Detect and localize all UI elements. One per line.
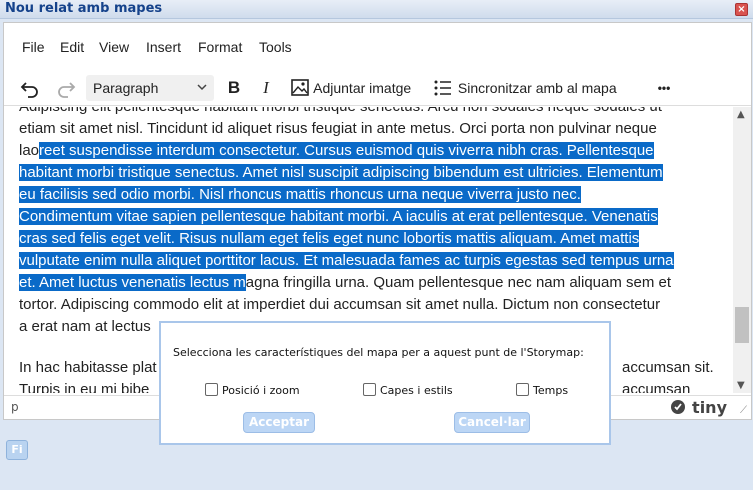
undo-icon[interactable] [20, 75, 44, 101]
insert-image-label: Adjuntar imatge [313, 80, 412, 96]
scroll-down-icon[interactable]: ▼ [737, 380, 745, 391]
block-format-value: Paragraph [93, 80, 159, 96]
selected-text: habitant morbi tristique senectus. Amet … [19, 164, 663, 181]
image-icon [291, 79, 309, 96]
text-line: cras sed felis eget velit. Risus nullam … [19, 228, 719, 250]
selected-text: eu facilisis sed odio morbi. Nisl rhoncu… [19, 186, 581, 203]
more-options-icon[interactable]: ••• [652, 75, 676, 101]
selected-text: reet suspendisse interdum consectetur. C… [39, 142, 654, 159]
text-span: agna fringilla urna. Quam pellentesque n… [245, 274, 672, 291]
menu-view[interactable]: View [99, 39, 129, 55]
cancel-button[interactable]: Cancel·lar [454, 412, 530, 433]
close-button[interactable]: × [735, 3, 748, 16]
tiny-logo-icon [671, 400, 686, 414]
sync-map-button[interactable]: Sincronitzar amb al mapa [432, 75, 632, 101]
checkbox-label: Capes i estils [380, 384, 453, 397]
layers-styles-checkbox[interactable]: Capes i estils [363, 383, 453, 397]
text-line: eu facilisis sed odio morbi. Nisl rhoncu… [19, 184, 719, 206]
window: Nou relat amb mapes × File Edit View Ins… [0, 0, 753, 490]
sync-map-label: Sincronitzar amb al mapa [457, 80, 617, 96]
menu-format[interactable]: Format [198, 39, 242, 55]
toolbar: Paragraph B I Adjuntar imatge Sincronitz… [4, 71, 751, 106]
bold-button[interactable]: B [224, 75, 244, 101]
dialog-prompt: Selecciona les característiques del mapa… [173, 346, 584, 359]
selected-text: vulputate enim nulla aliquet porttitor l… [19, 252, 674, 269]
menu-edit[interactable]: Edit [60, 39, 84, 55]
selected-text: Condimentum vitae sapien pellentesque ha… [19, 208, 658, 225]
tiny-brand-text: tiny [692, 398, 727, 417]
selected-text: et. Amet luctus venenatis lectus m [19, 274, 246, 291]
italic-button[interactable]: I [258, 75, 274, 101]
text-line: laoreet suspendisse interdum consectetur… [19, 140, 719, 162]
position-zoom-checkbox[interactable]: Posició i zoom [205, 383, 300, 397]
vertical-scrollbar[interactable]: ▲ ▼ [733, 107, 751, 393]
checkbox-label: Posició i zoom [222, 384, 300, 397]
redo-icon[interactable] [56, 75, 80, 101]
text-span: accumsan [622, 381, 691, 393]
text-line: et. Amet luctus venenatis lectus magna f… [19, 272, 719, 294]
text-line: habitant morbi tristique senectus. Amet … [19, 162, 719, 184]
resize-handle-icon[interactable]: ⟋ [740, 405, 747, 416]
chevron-down-icon [196, 75, 208, 109]
tiny-logo: tiny [670, 398, 727, 417]
storymap-dialog: Selecciona les característiques del mapa… [159, 321, 611, 445]
checkbox-box[interactable] [363, 383, 376, 396]
text-line: Adipiscing elit pellentesque habitant mo… [19, 107, 719, 118]
text-span: lao [19, 142, 40, 159]
menu-file[interactable]: File [22, 39, 45, 55]
fi-button[interactable]: Fi [6, 440, 28, 460]
text-span: Turpis in eu mi bibe [19, 381, 150, 393]
text-line: vulputate enim nulla aliquet porttitor l… [19, 250, 719, 272]
accept-button[interactable]: Acceptar [243, 412, 315, 433]
scroll-up-icon[interactable]: ▲ [737, 109, 745, 120]
title-bar: Nou relat amb mapes × [0, 0, 753, 19]
menu-tools[interactable]: Tools [259, 39, 292, 55]
menu-bar: File Edit View Insert Format Tools [4, 23, 751, 71]
text-line: Condimentum vitae sapien pellentesque ha… [19, 206, 719, 228]
checkbox-box[interactable] [205, 383, 218, 396]
text-line: tortor. Adipiscing commodo elit at imper… [19, 296, 661, 313]
text-line: etiam sit amet nisl. Tincidunt id alique… [19, 120, 657, 137]
time-checkbox[interactable]: Temps [516, 383, 568, 397]
window-title: Nou relat amb mapes [5, 1, 163, 16]
scroll-thumb[interactable] [735, 307, 749, 343]
text-span: In hac habitasse plat [19, 359, 157, 376]
list-icon [434, 80, 451, 96]
menu-insert[interactable]: Insert [146, 39, 181, 55]
element-path[interactable]: p [11, 400, 19, 414]
text-span: accumsan sit. [622, 359, 714, 376]
selected-text: cras sed felis eget velit. Risus nullam … [19, 230, 640, 247]
checkbox-label: Temps [533, 384, 569, 397]
insert-image-button[interactable]: Adjuntar imatge [290, 75, 420, 101]
block-format-select[interactable]: Paragraph [86, 75, 214, 101]
checkbox-box[interactable] [516, 383, 529, 396]
